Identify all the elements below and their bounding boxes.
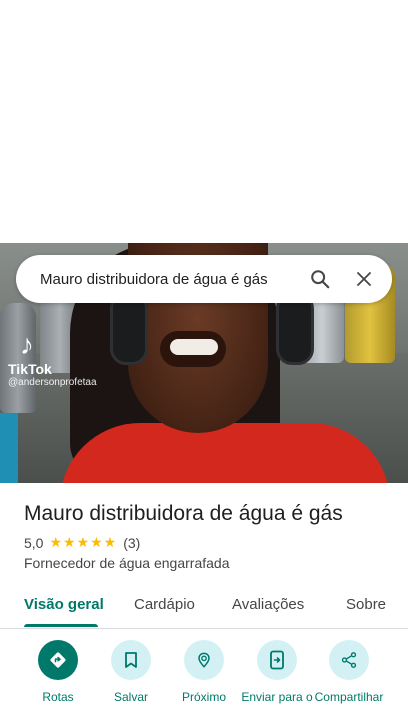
place-info: Mauro distribuidora de água é gás 5,0 ★★… [24, 500, 394, 571]
photo-blue-object [0, 413, 18, 483]
tab-overview[interactable]: Visão geral [24, 596, 104, 613]
save-label: Salvar [113, 690, 148, 704]
headphone-left [110, 293, 148, 365]
share-icon [341, 652, 357, 668]
bookmark-icon [125, 652, 137, 668]
tiktok-logo-icon: ♪ [20, 329, 34, 360]
person-shirt [60, 423, 390, 483]
search-query[interactable]: Mauro distribuidora de água é gás [40, 271, 298, 288]
directions-icon [50, 652, 66, 668]
action-bar: Rotas Salvar Próximo Enviar para o Compa… [0, 640, 408, 726]
close-icon [357, 272, 371, 286]
tab-reviews[interactable]: Avaliações [232, 596, 304, 613]
save-button[interactable]: Salvar [92, 640, 170, 704]
rating-stars-icon: ★★★★★ [49, 534, 118, 550]
headphone-right [276, 293, 314, 365]
rating-row[interactable]: 5,0 ★★★★★ (3) [24, 534, 394, 551]
review-count: (3) [123, 534, 141, 551]
place-name: Mauro distribuidora de água é gás [24, 502, 343, 525]
blank-area [0, 0, 408, 243]
send-to-phone-label: Enviar para o [241, 690, 313, 704]
place-category: Fornecedor de água engarrafada [24, 555, 230, 571]
share-label: Compartilhar [314, 690, 384, 704]
active-tab-indicator [24, 624, 98, 627]
search-bar[interactable]: Mauro distribuidora de água é gás [16, 255, 392, 303]
person-teeth [170, 339, 218, 355]
nearby-button-circle[interactable] [184, 640, 224, 680]
watermark-brand: TikTok [8, 361, 52, 377]
clear-search-button[interactable] [342, 255, 386, 303]
rating-value: 5,0 [24, 534, 44, 551]
send-to-phone-button-circle[interactable] [257, 640, 297, 680]
nearby-button[interactable]: Próximo [165, 640, 243, 704]
place-tabs: Visão geral Cardápio Avaliações Sobre [0, 586, 408, 629]
tab-about[interactable]: Sobre [346, 596, 386, 613]
tab-menu[interactable]: Cardápio [134, 596, 195, 613]
directions-button-circle[interactable] [38, 640, 78, 680]
send-to-phone-button[interactable]: Enviar para o [238, 640, 316, 704]
nearby-label: Próximo [181, 690, 226, 704]
watermark-handle: @andersonprofetaa [8, 377, 97, 388]
share-button-circle[interactable] [329, 640, 369, 680]
send-to-phone-icon [270, 650, 284, 670]
search-icon [311, 270, 330, 289]
nearby-icon [198, 652, 210, 668]
share-button[interactable]: Compartilhar [310, 640, 388, 704]
tiktok-watermark: ♪ TikTok @andersonprofetaa [8, 329, 97, 389]
save-button-circle[interactable] [111, 640, 151, 680]
search-button[interactable] [298, 255, 342, 303]
directions-label: Rotas [42, 690, 74, 704]
directions-button[interactable]: Rotas [19, 640, 97, 704]
